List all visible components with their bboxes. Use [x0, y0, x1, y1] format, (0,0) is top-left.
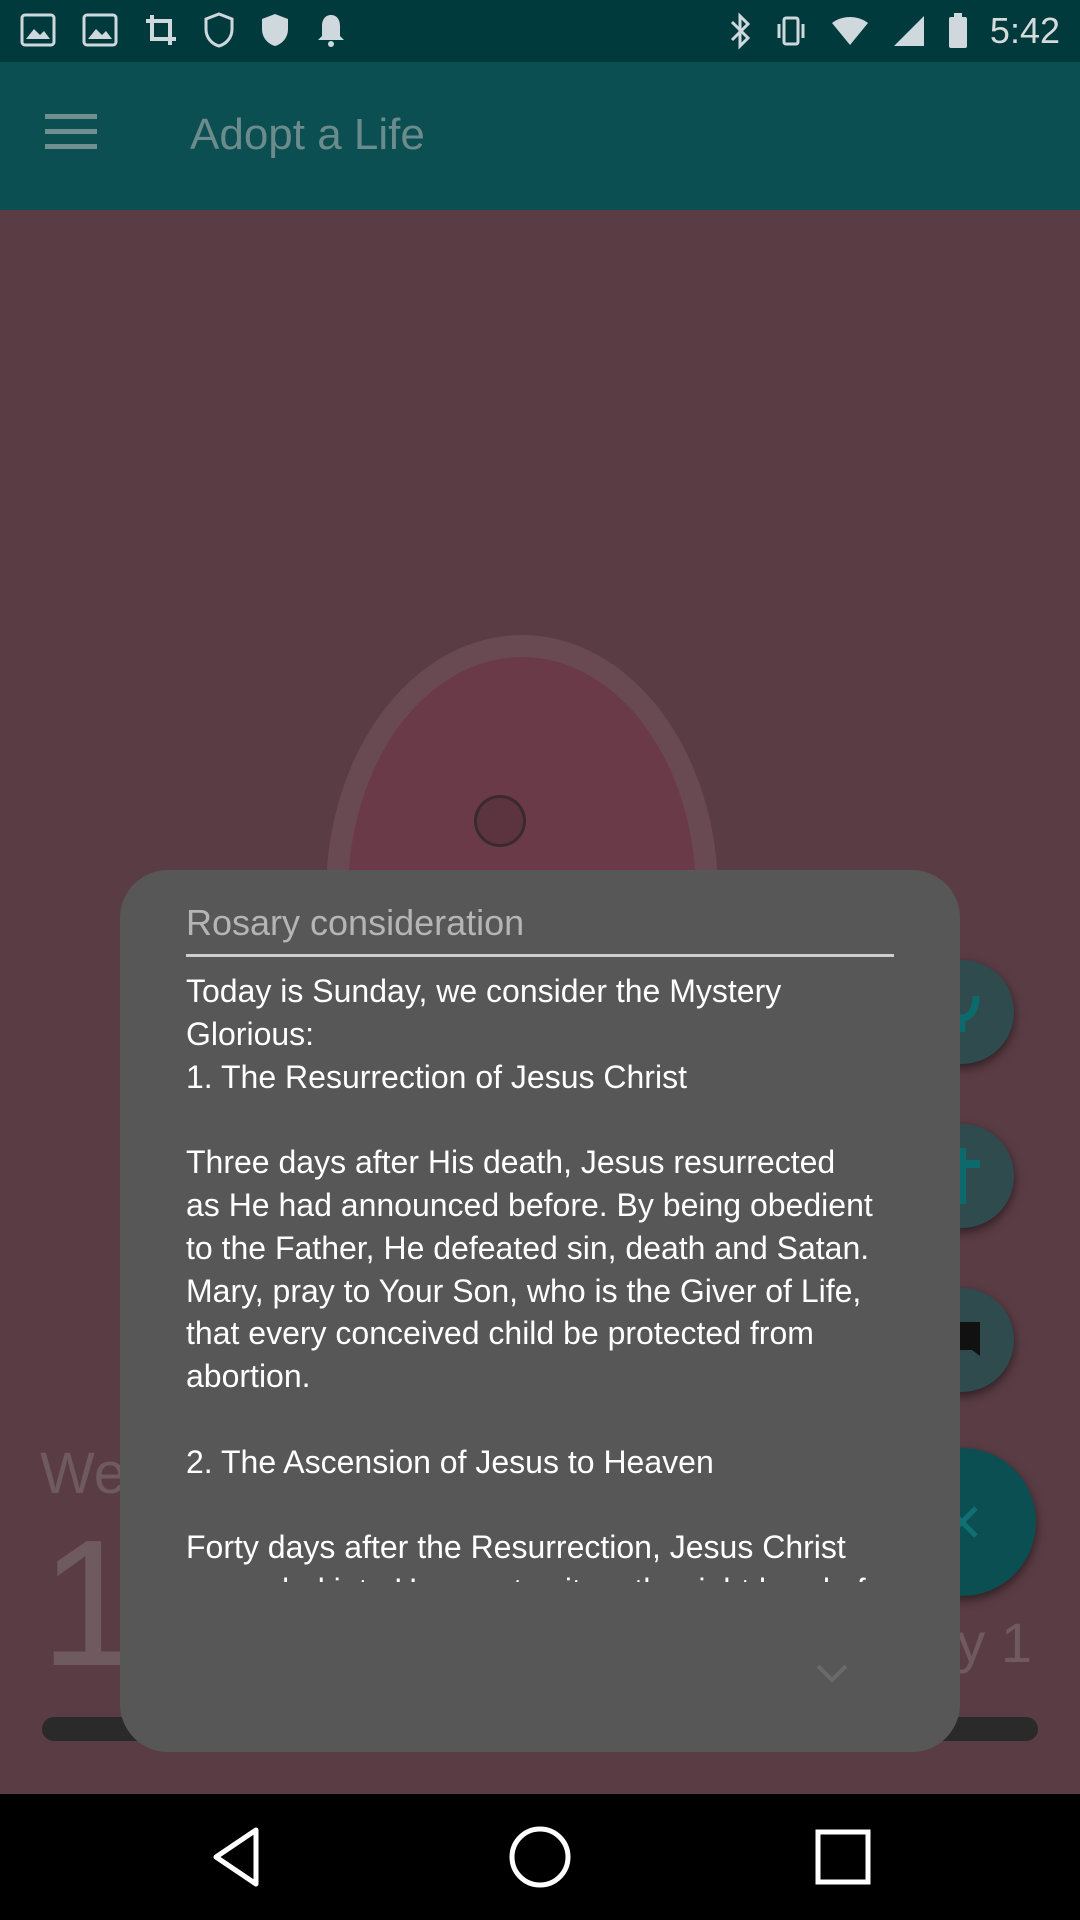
embryo-dot	[474, 795, 526, 847]
shield-icon	[262, 14, 288, 46]
back-icon[interactable]	[206, 1824, 272, 1890]
bell-icon	[318, 15, 344, 47]
chevron-down-icon[interactable]	[810, 1650, 854, 1694]
status-left-icons	[20, 12, 346, 48]
status-bar: 5:42	[0, 0, 1080, 62]
app-title: Adopt a Life	[190, 110, 425, 159]
bluetooth-icon	[730, 12, 751, 50]
recents-icon[interactable]	[810, 1824, 876, 1890]
home-icon[interactable]	[507, 1824, 573, 1890]
rosary-dialog: Rosary consideration Today is Sunday, we…	[120, 870, 960, 1752]
status-time: 5:42	[989, 10, 1060, 51]
dialog-body-text[interactable]: Today is Sunday, we consider the Mystery…	[186, 970, 894, 1582]
crop-icon	[146, 15, 176, 45]
wifi-icon	[831, 17, 868, 45]
image-icon	[82, 13, 118, 47]
app-bar: Adopt a Life	[0, 62, 1080, 210]
battery-icon	[948, 13, 967, 48]
hamburger-menu-icon[interactable]	[45, 114, 97, 154]
image-icon	[20, 13, 56, 47]
dialog-title: Rosary consideration	[186, 902, 894, 957]
vibrate-icon	[777, 16, 805, 46]
navigation-bar	[0, 1794, 1080, 1920]
signal-icon	[893, 16, 924, 46]
shield-icon	[204, 12, 234, 48]
status-right-icons: 5:42	[728, 10, 1060, 52]
